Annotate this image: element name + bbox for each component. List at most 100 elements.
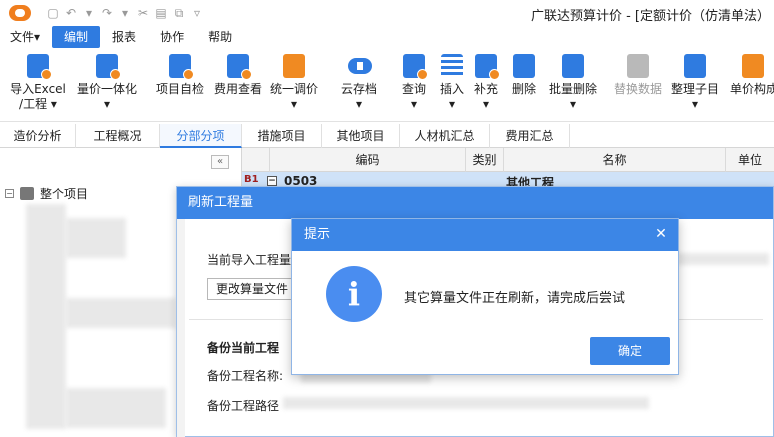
backup-path-label: 备份工程路径 (207, 399, 280, 413)
tree-root-item[interactable]: − 整个项目 (5, 185, 88, 202)
fee-view-icon (227, 54, 252, 80)
unified-price-icon (283, 54, 305, 78)
supplement-button[interactable]: 补充 ▾ (470, 52, 502, 112)
query-button[interactable]: 查询 ▾ (398, 52, 430, 112)
current-import-label: 当前导入工程量 (207, 253, 292, 267)
supplement-label: 补充 ▾ (473, 82, 498, 111)
organize-subitem-icon (684, 54, 706, 78)
change-quantity-file-button[interactable]: 更改算量文件 (207, 278, 293, 300)
backup-section-title: 备份当前工程 (207, 341, 280, 355)
insert-label: 插入 ▾ (439, 82, 464, 111)
app-logo-icon (9, 5, 31, 21)
window-title: 广联达预算计价 - [定额计价（仿清单法） (530, 9, 770, 24)
save-icon[interactable]: ▢ (47, 6, 59, 20)
redo-icon[interactable]: ↷ (101, 6, 113, 20)
project-icon (20, 187, 34, 200)
grid-header-unit[interactable]: 单位 (726, 148, 774, 172)
tab-labor-material-summary[interactable]: 人材机汇总 (400, 124, 490, 148)
row-marker: B1 (244, 174, 259, 185)
organize-subitem-label: 整理子目 ▾ (670, 82, 719, 111)
menu-edit[interactable]: 编制 (52, 26, 101, 48)
redacted-tree-items (66, 388, 166, 428)
grid-header-category[interactable]: 类别 (466, 148, 504, 172)
grid-header-marker (242, 148, 270, 172)
redacted-backup-path (283, 397, 649, 409)
undo-icon[interactable]: ↶ (65, 6, 77, 20)
tree-collapse-toggle[interactable]: − (5, 189, 14, 198)
redo-dropdown-icon[interactable]: ▾ (119, 6, 131, 20)
main-tabs: 造价分析 工程概况 分部分项 措施项目 其他项目 人材机汇总 费用汇总 (0, 124, 774, 148)
quantity-price-button[interactable]: 量价一体化 ▾ (72, 52, 142, 112)
menu-bar: 文件▾ 编制 报表 协作 帮助 (0, 26, 774, 48)
redacted-tree-items (66, 298, 176, 328)
supplement-icon (475, 54, 500, 80)
fee-view-label: 费用查看 (213, 82, 262, 96)
backup-name-label: 备份工程名称: (207, 369, 284, 383)
customize-toolbar-icon[interactable]: ▿ (191, 6, 203, 20)
tab-fee-summary[interactable]: 费用汇总 (490, 124, 570, 148)
query-icon (403, 54, 428, 80)
delete-icon (513, 54, 535, 78)
ribbon-toolbar: 导入Excel /工程 ▾ 量价一体化 ▾ 项目自检 费用查看 统一调价 ▾ 云… (0, 48, 774, 122)
insert-button[interactable]: 插入 ▾ (436, 52, 468, 112)
tree-root-label: 整个项目 (40, 187, 89, 201)
tab-other-items[interactable]: 其他项目 (322, 124, 400, 148)
menu-file[interactable]: 文件▾ (0, 26, 52, 48)
cloud-archive-icon (348, 54, 372, 78)
self-check-label: 项目自检 (155, 82, 204, 96)
redacted-tree-items (66, 218, 126, 258)
row-collapse-toggle[interactable]: − (267, 176, 277, 186)
cloud-archive-button[interactable]: 云存档 ▾ (334, 52, 384, 112)
tab-measures[interactable]: 措施项目 (242, 124, 322, 148)
delete-label: 删除 (511, 82, 536, 96)
info-icon: i (326, 266, 382, 322)
delete-button[interactable]: 删除 (508, 52, 540, 97)
grid-header: 编码 类别 名称 单位 (242, 148, 774, 172)
fee-view-button[interactable]: 费用查看 (210, 52, 266, 97)
copy-icon[interactable]: ▤ (155, 6, 167, 20)
prompt-dialog: 提示 ✕ i 其它算量文件正在刷新，请完成后尝试 确定 (291, 218, 679, 375)
organize-subitem-button[interactable]: 整理子目 ▾ (668, 52, 722, 112)
ok-button[interactable]: 确定 (590, 337, 670, 365)
menu-report[interactable]: 报表 (100, 26, 148, 48)
title-bar: ▢ ↶ ▾ ↷ ▾ ✂ ▤ ⧉ ▿ 广联达预算计价 - [定额计价（仿清单法） (0, 0, 774, 26)
cut-icon[interactable]: ✂ (137, 6, 149, 20)
replace-data-button[interactable]: 替换数据 (612, 52, 664, 97)
redacted-current-file (677, 253, 769, 265)
import-excel-button[interactable]: 导入Excel /工程 ▾ (8, 52, 68, 112)
collapse-panel-button[interactable]: « (211, 155, 229, 169)
unit-price-icon (742, 54, 764, 78)
quick-access-toolbar: ▢ ↶ ▾ ↷ ▾ ✂ ▤ ⧉ ▿ (47, 6, 203, 21)
unit-price-button[interactable]: 单价构成 (730, 52, 774, 97)
quantity-price-icon (96, 54, 121, 80)
close-icon[interactable]: ✕ (653, 226, 669, 242)
grid-header-name[interactable]: 名称 (504, 148, 726, 172)
self-check-button[interactable]: 项目自检 (152, 52, 208, 97)
import-excel-label: 导入Excel /工程 ▾ (10, 82, 66, 111)
quantity-price-label: 量价一体化 ▾ (76, 82, 137, 111)
insert-icon (441, 54, 463, 78)
self-check-icon (169, 54, 194, 80)
batch-delete-button[interactable]: 批量删除 ▾ (546, 52, 600, 112)
batch-delete-label: 批量删除 ▾ (548, 82, 597, 111)
unified-price-button[interactable]: 统一调价 ▾ (266, 52, 322, 112)
excel-import-icon (27, 54, 52, 80)
undo-dropdown-icon[interactable]: ▾ (83, 6, 95, 20)
menu-help[interactable]: 帮助 (196, 26, 244, 48)
refresh-dialog-title: 刷新工程量 (177, 187, 773, 219)
prompt-message: 其它算量文件正在刷新，请完成后尝试 (404, 291, 626, 306)
tab-cost-analysis[interactable]: 造价分析 (0, 124, 76, 148)
menu-collaborate[interactable]: 协作 (148, 26, 196, 48)
redacted-tree-items (26, 204, 66, 429)
paste-icon[interactable]: ⧉ (173, 6, 185, 21)
tab-project-overview[interactable]: 工程概况 (76, 124, 160, 148)
replace-data-icon (627, 54, 649, 78)
cloud-archive-label: 云存档 ▾ (340, 82, 377, 111)
prompt-dialog-title: 提示 (292, 219, 678, 251)
batch-delete-icon (562, 54, 584, 78)
replace-data-label: 替换数据 (613, 82, 662, 96)
grid-header-code[interactable]: 编码 (270, 148, 466, 172)
unit-price-label: 单价构成 (730, 82, 774, 96)
unified-price-label: 统一调价 ▾ (269, 82, 318, 111)
tab-subitems[interactable]: 分部分项 (160, 124, 242, 148)
